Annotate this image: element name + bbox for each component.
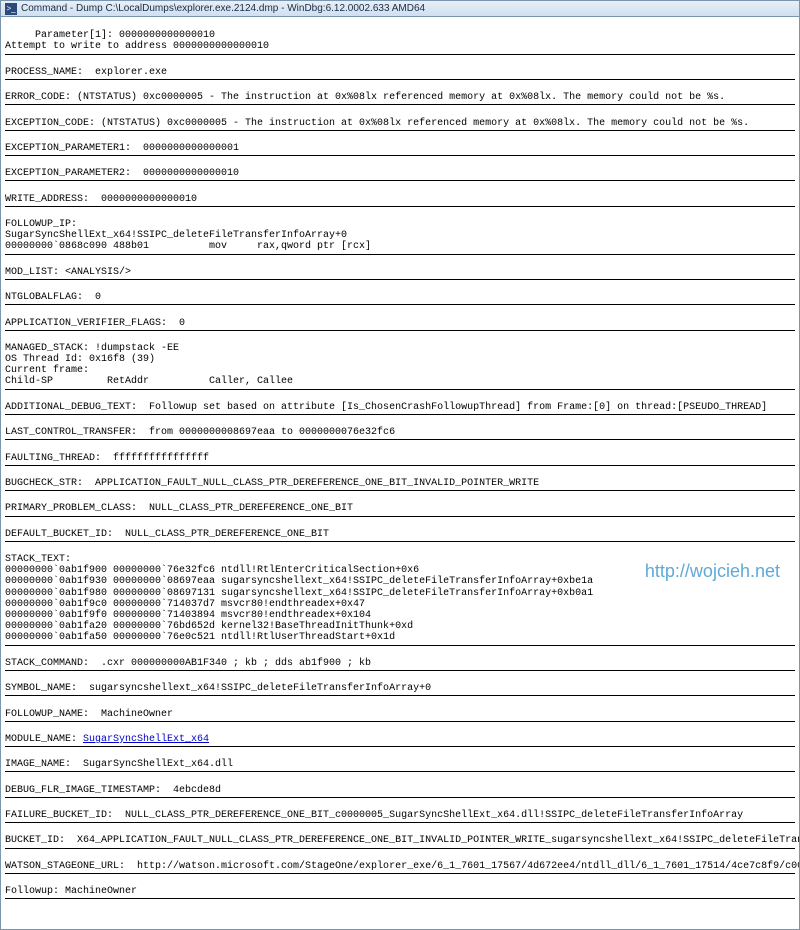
divider xyxy=(5,330,795,331)
divider xyxy=(5,130,795,131)
divider xyxy=(5,79,795,80)
out-line: FAILURE_BUCKET_ID: NULL_CLASS_PTR_DEREFE… xyxy=(5,810,743,821)
divider xyxy=(5,695,795,696)
out-line: EXCEPTION_PARAMETER1: 0000000000000001 xyxy=(5,143,239,154)
divider xyxy=(5,516,795,517)
out-line: DEFAULT_BUCKET_ID: NULL_CLASS_PTR_DEREFE… xyxy=(5,529,329,540)
out-line: 00000000`0ab1f9c0 00000000`714037d7 msvc… xyxy=(5,599,365,610)
divider xyxy=(5,541,795,542)
out-line: Current frame: xyxy=(5,365,89,376)
divider xyxy=(5,746,795,747)
dump-output[interactable]: Parameter[1]: 0000000000000010 Attempt t… xyxy=(1,17,799,929)
out-line: WRITE_ADDRESS: 0000000000000010 xyxy=(5,194,197,205)
divider xyxy=(5,206,795,207)
titlebar[interactable]: >_ Command - Dump C:\LocalDumps\explorer… xyxy=(1,1,799,17)
out-line: Attempt to write to address 000000000000… xyxy=(5,41,269,52)
out-line: OS Thread Id: 0x16f8 (39) xyxy=(5,354,155,365)
out-line: LAST_CONTROL_TRANSFER: from 000000000869… xyxy=(5,427,395,438)
divider xyxy=(5,54,795,55)
divider xyxy=(5,439,795,440)
out-line: MANAGED_STACK: !dumpstack -EE xyxy=(5,343,179,354)
out-line: STACK_TEXT: xyxy=(5,554,71,565)
divider xyxy=(5,771,795,772)
out-line: 00000000`0ab1f980 00000000`08697131 suga… xyxy=(5,588,593,599)
out-line: MOD_LIST: <ANALYSIS/> xyxy=(5,267,131,278)
out-line: BUCKET_ID: X64_APPLICATION_FAULT_NULL_CL… xyxy=(5,835,799,846)
out-line: APPLICATION_VERIFIER_FLAGS: 0 xyxy=(5,318,185,329)
out-line: WATSON_STAGEONE_URL: http://watson.micro… xyxy=(5,861,799,872)
divider xyxy=(5,721,795,722)
out-line: EXCEPTION_CODE: (NTSTATUS) 0xc0000005 - … xyxy=(5,118,749,129)
divider xyxy=(5,848,795,849)
out-line: SYMBOL_NAME: sugarsyncshellext_x64!SSIPC… xyxy=(5,683,431,694)
divider xyxy=(5,414,795,415)
divider xyxy=(5,254,795,255)
out-line: 00000000`0ab1f900 00000000`76e32fc6 ntdl… xyxy=(5,565,419,576)
out-line: FOLLOWUP_NAME: MachineOwner xyxy=(5,709,173,720)
out-line: 00000000`0ab1f930 00000000`08697eaa suga… xyxy=(5,576,593,587)
out-line: 00000000`0868c090 488b01 mov rax,qword p… xyxy=(5,241,371,252)
divider xyxy=(5,465,795,466)
divider xyxy=(5,797,795,798)
out-line: PROCESS_NAME: explorer.exe xyxy=(5,67,167,78)
out-line: 00000000`0ab1f9f0 00000000`71403894 msvc… xyxy=(5,610,371,621)
out-line: EXCEPTION_PARAMETER2: 0000000000000010 xyxy=(5,168,239,179)
out-line: 00000000`0ab1fa20 00000000`76bd652d kern… xyxy=(5,621,413,632)
watermark-text: http://wojcieh.net xyxy=(645,561,780,582)
divider xyxy=(5,104,795,105)
out-line: FOLLOWUP_IP: xyxy=(5,219,77,230)
out-line: SugarSyncShellExt_x64!SSIPC_deleteFileTr… xyxy=(5,230,347,241)
divider xyxy=(5,155,795,156)
out-line: ERROR_CODE: (NTSTATUS) 0xc0000005 - The … xyxy=(5,92,725,103)
out-line: FAULTING_THREAD: ffffffffffffffff xyxy=(5,453,209,464)
out-line: Child-SP RetAddr Caller, Callee xyxy=(5,376,293,387)
divider xyxy=(5,645,795,646)
out-line: PRIMARY_PROBLEM_CLASS: NULL_CLASS_PTR_DE… xyxy=(5,503,353,514)
out-line: MODULE_NAME: xyxy=(5,734,83,745)
divider xyxy=(5,898,795,899)
out-line: DEBUG_FLR_IMAGE_TIMESTAMP: 4ebcde8d xyxy=(5,785,221,796)
out-line: NTGLOBALFLAG: 0 xyxy=(5,292,101,303)
out-line: Followup: MachineOwner xyxy=(5,886,137,897)
out-line: IMAGE_NAME: SugarSyncShellExt_x64.dll xyxy=(5,759,233,770)
out-line: STACK_COMMAND: .cxr 000000000AB1F340 ; k… xyxy=(5,658,371,669)
divider xyxy=(5,304,795,305)
module-name-link[interactable]: SugarSyncShellExt_x64 xyxy=(83,734,209,745)
divider xyxy=(5,279,795,280)
divider xyxy=(5,180,795,181)
divider xyxy=(5,670,795,671)
divider xyxy=(5,490,795,491)
command-window: >_ Command - Dump C:\LocalDumps\explorer… xyxy=(0,0,800,930)
window-title: Command - Dump C:\LocalDumps\explorer.ex… xyxy=(21,3,425,14)
divider xyxy=(5,389,795,390)
out-line: 00000000`0ab1fa50 00000000`76e0c521 ntdl… xyxy=(5,632,395,643)
out-line: Parameter[1]: 0000000000000010 xyxy=(5,30,215,41)
app-icon: >_ xyxy=(5,3,17,15)
out-line: BUGCHECK_STR: APPLICATION_FAULT_NULL_CLA… xyxy=(5,478,539,489)
divider xyxy=(5,822,795,823)
divider xyxy=(5,873,795,874)
out-line: ADDITIONAL_DEBUG_TEXT: Followup set base… xyxy=(5,402,767,413)
